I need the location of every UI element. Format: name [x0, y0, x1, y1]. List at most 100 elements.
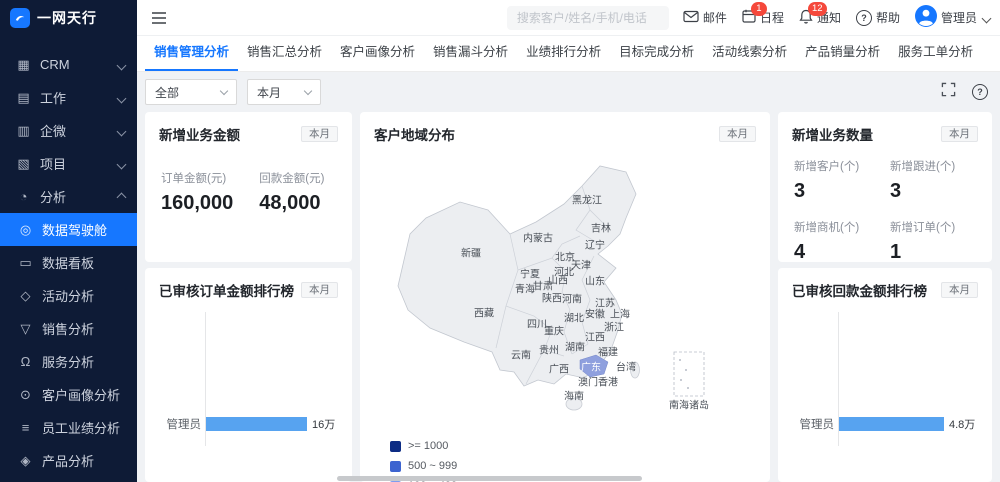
metric-label: 新增商机(个) [794, 219, 882, 235]
search-input[interactable] [507, 6, 669, 30]
card-payment-amount-rank: 已审核回款金额排行榜 本月 管理员 4.8万 [778, 268, 992, 482]
card-region-distribution: 客户地域分布 本月 [360, 112, 770, 482]
sidebar-item-work[interactable]: ▤ 工作 [0, 81, 137, 114]
map-province-label: 云南 [511, 347, 531, 362]
sidebar-item-label: 企微 [40, 121, 66, 140]
customer-icon: ⊙ [18, 387, 33, 403]
map-province-label: 辽宁 [585, 237, 605, 252]
map-province-label: 浙江 [604, 319, 624, 334]
period-badge: 本月 [719, 126, 756, 143]
china-map[interactable]: 黑龙江吉林辽宁内蒙古新疆北京天津河北山西山东宁夏甘肃青海陕西河南江苏安徽上海西藏… [368, 142, 768, 472]
sidebar-item-label: 销售分析 [42, 319, 94, 338]
card-new-business-count: 新增业务数量 本月 新增客户(个) 3 新增跟进(个) 3 新增商机(个) 4 … [778, 112, 992, 262]
metric-value: 4 [794, 241, 882, 262]
period-badge: 本月 [941, 126, 978, 143]
chevron-down-icon [118, 123, 125, 138]
schedule-badge: 1 [751, 2, 767, 16]
sidebar-item-service-analysis[interactable]: Ω 服务分析 [0, 345, 137, 378]
map-province-label: 贵州 [539, 342, 559, 357]
product-icon: ◈ [18, 453, 33, 469]
mail-button[interactable]: 邮件 [683, 9, 727, 26]
map-province-label: 福建 [598, 344, 618, 359]
order-rank-bar-chart: 管理员 16万 [157, 312, 340, 472]
chevron-down-icon [118, 156, 125, 171]
sidebar-item-activity-analysis[interactable]: ◇ 活动分析 [0, 279, 137, 312]
activity-icon: ◇ [18, 288, 33, 304]
period-badge: 本月 [941, 282, 978, 299]
menu-collapse-icon[interactable] [151, 11, 167, 25]
metric-label: 回款金额(元) [259, 170, 324, 186]
notifications-button[interactable]: 12 通知 [799, 9, 841, 27]
metric-value: 1 [890, 241, 978, 262]
chevron-down-icon [118, 57, 125, 72]
performance-icon: ≡ [18, 420, 33, 435]
bar-value-label: 4.8万 [949, 416, 975, 432]
card-title: 新增业务金额 [159, 124, 240, 144]
horizontal-scrollbar[interactable] [337, 476, 642, 481]
legend-item: >= 1000 [390, 440, 457, 452]
sidebar-item-label: 数据驾驶舱 [42, 220, 107, 239]
sidebar-item-label: 数据看板 [42, 253, 94, 272]
card-new-business-amount: 新增业务金额 本月 订单金额(元) 160,000 回款金额(元) 48,000 [145, 112, 352, 262]
mail-icon [683, 10, 699, 26]
metric-value: 160,000 [161, 192, 233, 215]
sidebar-item-label: 服务分析 [42, 352, 94, 371]
metric-new-followups: 新增跟进(个) 3 [890, 158, 978, 203]
user-menu[interactable]: 管理员 [915, 5, 990, 30]
topbar: 邮件 1 日程 12 通知 ? 帮助 管理员 [137, 0, 1000, 36]
sidebar-item-label: 产品分析 [42, 451, 94, 470]
map-province-label: 广西 [549, 361, 569, 376]
dashboard-cards: 新增业务金额 本月 订单金额(元) 160,000 回款金额(元) 48,000… [137, 36, 1000, 482]
project-icon: ▧ [16, 156, 31, 172]
sidebar-item-product-analysis[interactable]: ◈ 产品分析 [0, 444, 137, 477]
sidebar-item-analysis[interactable]: ◔ 分析 [0, 180, 137, 213]
map-sea-islands-label: 南海诸岛 [669, 397, 709, 412]
map-province-label: 新疆 [461, 245, 481, 260]
card-title: 新增业务数量 [792, 124, 873, 144]
sidebar-item-project[interactable]: ▧ 项目 [0, 147, 137, 180]
period-badge: 本月 [301, 126, 338, 143]
map-province-label: 河南 [562, 291, 582, 306]
work-icon: ▤ [16, 90, 31, 106]
metric-new-opportunities: 新增商机(个) 4 [794, 219, 882, 262]
legend-label: 500 ~ 999 [408, 460, 457, 472]
sidebar-item-data-board[interactable]: ▭ 数据看板 [0, 246, 137, 279]
bar-value-label: 16万 [312, 416, 335, 432]
brand-logo: 一网天行 [0, 0, 137, 36]
legend-swatch [390, 441, 401, 452]
map-province-label: 陕西 [542, 290, 562, 305]
sidebar-item-staff-performance-analysis[interactable]: ≡ 员工业绩分析 [0, 411, 137, 444]
sidebar-item-label: 活动分析 [42, 286, 94, 305]
sidebar-analysis-submenu: ◎ 数据驾驶舱 ▭ 数据看板 ◇ 活动分析 ▽ 销售分析 Ω 服务分析 ⊙ 客户… [0, 213, 137, 477]
board-icon: ▭ [18, 255, 33, 271]
map-province-label: 安徽 [585, 306, 605, 321]
sidebar-item-data-cockpit[interactable]: ◎ 数据驾驶舱 [0, 213, 137, 246]
bar-category-label: 管理员 [790, 416, 839, 432]
schedule-button[interactable]: 1 日程 [742, 9, 784, 26]
metric-value: 48,000 [259, 192, 324, 215]
card-title: 已审核订单金额排行榜 [159, 280, 294, 300]
metric-label: 新增跟进(个) [890, 158, 978, 174]
map-province-label: 内蒙古 [523, 230, 553, 245]
bar [206, 417, 307, 431]
sidebar-item-crm[interactable]: ▦ CRM [0, 48, 137, 81]
sidebar-item-sales-analysis[interactable]: ▽ 销售分析 [0, 312, 137, 345]
sidebar-menu: ▦ CRM ▤ 工作 ▥ 企微 ▧ 项目 ◔ 分析 ◎ 数据驾驶舱 [0, 48, 137, 477]
map-province-label: 台湾 [616, 359, 636, 374]
sidebar-item-label: 项目 [40, 154, 66, 173]
china-map-labels: 黑龙江吉林辽宁内蒙古新疆北京天津河北山西山东宁夏甘肃青海陕西河南江苏安徽上海西藏… [368, 142, 768, 472]
sidebar-item-wecom[interactable]: ▥ 企微 [0, 114, 137, 147]
help-button[interactable]: ? 帮助 [856, 9, 900, 26]
sidebar-item-label: 客户画像分析 [42, 385, 120, 404]
sidebar-item-customer-profile-analysis[interactable]: ⊙ 客户画像分析 [0, 378, 137, 411]
map-province-label: 西藏 [474, 305, 494, 320]
metric-label: 新增订单(个) [890, 219, 978, 235]
metric-new-orders: 新增订单(个) 1 [890, 219, 978, 262]
map-province-label: 澳门香港 [578, 374, 618, 389]
main-content: 销售管理分析 销售汇总分析 客户画像分析 销售漏斗分析 业绩排行分析 目标完成分… [137, 36, 1000, 482]
avatar [915, 5, 937, 30]
map-province-label: 山东 [585, 273, 605, 288]
bar-row: 管理员 16万 [157, 416, 340, 432]
mail-label: 邮件 [703, 9, 727, 26]
map-province-label: 湖南 [565, 339, 585, 354]
